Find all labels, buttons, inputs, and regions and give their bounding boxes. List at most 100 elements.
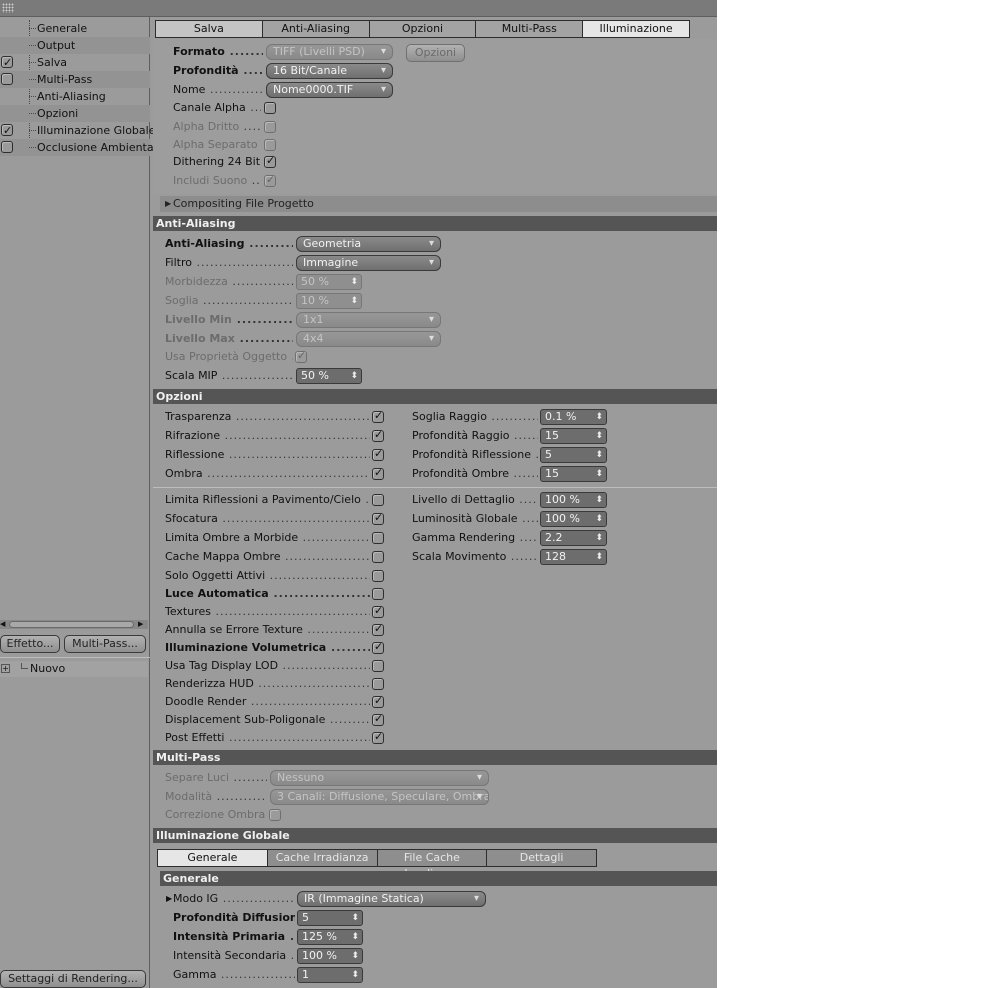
- option-checkbox[interactable]: [372, 660, 384, 672]
- gi-mode-dropdown[interactable]: IR (Immagine Statica): [297, 891, 486, 907]
- option-checkbox[interactable]: [372, 604, 384, 618]
- label-text: Gamma: [173, 968, 217, 981]
- option-checkbox[interactable]: [372, 622, 384, 636]
- gi-gamma-field[interactable]: 1: [297, 967, 363, 983]
- option-checkbox[interactable]: [372, 466, 384, 480]
- label-text: Solo Oggetti Attivi: [165, 569, 266, 582]
- tree-checkbox[interactable]: [1, 141, 13, 153]
- option-checkbox[interactable]: [372, 678, 384, 690]
- option-checkbox[interactable]: [372, 694, 384, 708]
- label-text: Modalità: [165, 790, 213, 803]
- option-checkbox[interactable]: [372, 712, 384, 726]
- label-text: Soglia: [165, 294, 199, 307]
- secondary-intensity-label: Intensità Secondaria ...................…: [173, 949, 295, 962]
- filter-dropdown[interactable]: Immagine: [296, 255, 441, 271]
- option-number-field[interactable]: 128: [540, 549, 607, 565]
- tab-illuminazione-globale[interactable]: Illuminazione Globale: [583, 21, 689, 51]
- grip-icon[interactable]: [2, 3, 14, 13]
- option-label: Profondità Ombre .......................…: [412, 467, 538, 480]
- option-checkbox[interactable]: [372, 409, 384, 423]
- dither-checkbox[interactable]: [264, 154, 276, 168]
- tab-opzioni[interactable]: Opzioni: [370, 21, 477, 37]
- option-number-field[interactable]: 15: [540, 466, 607, 482]
- label-text: Gamma Rendering: [412, 531, 516, 544]
- option-label: Luce Automatica ........................…: [165, 587, 370, 600]
- tree-item-generale[interactable]: Generale: [0, 20, 150, 37]
- tree-checkbox[interactable]: [1, 54, 13, 71]
- leader-dots: ........................................…: [491, 410, 538, 423]
- label-text: Anti-Aliasing: [165, 237, 245, 250]
- tree-item-occlusione-ambientale[interactable]: Occlusione Ambientale: [0, 139, 163, 156]
- tab-anti-aliasing[interactable]: Anti-Aliasing: [263, 21, 370, 37]
- expand-arrow-icon[interactable]: ▶: [166, 894, 172, 903]
- label-text: Profondità Ombre: [412, 467, 510, 480]
- label-text: Formato: [173, 45, 225, 58]
- tab-salva[interactable]: Salva: [156, 21, 263, 37]
- name-dropdown[interactable]: Nome0000.TIF: [266, 82, 393, 98]
- option-checkbox[interactable]: [372, 532, 384, 544]
- option-checkbox[interactable]: [372, 494, 384, 506]
- scrollbar-thumb[interactable]: [9, 621, 134, 628]
- option-label: Doodle Render ..........................…: [165, 695, 370, 708]
- render-settings-button[interactable]: Settaggi di Rendering...: [0, 970, 146, 988]
- sound-checkbox: [264, 173, 276, 187]
- alpha-checkbox[interactable]: [264, 102, 276, 114]
- primary-intensity-field[interactable]: 125 %: [297, 929, 363, 945]
- leader-dots: ........................................…: [522, 512, 538, 525]
- tab-multi-pass[interactable]: Multi-Pass: [476, 21, 584, 37]
- multipass-header: Multi-Pass: [153, 750, 717, 765]
- diffuse-depth-field[interactable]: 5: [297, 910, 363, 926]
- expand-icon[interactable]: +: [1, 664, 10, 673]
- option-checkbox[interactable]: [372, 640, 384, 654]
- option-label: Ombra ..................................…: [165, 467, 370, 480]
- tree-item-salva[interactable]: Salva: [0, 54, 150, 71]
- option-number-field[interactable]: 5: [540, 447, 607, 463]
- label-text: Displacement Sub-Poligonale: [165, 713, 326, 726]
- secondary-intensity-field[interactable]: 100 %: [297, 948, 363, 964]
- scroll-left-icon[interactable]: ◀: [0, 620, 5, 629]
- tree-item-output[interactable]: Output: [0, 37, 150, 54]
- multipass-button[interactable]: Multi-Pass...: [64, 635, 146, 653]
- tree-checkbox[interactable]: [1, 73, 13, 85]
- option-number-field[interactable]: 100 %: [540, 492, 607, 508]
- option-checkbox[interactable]: [372, 570, 384, 582]
- option-label: Rifrazione .............................…: [165, 429, 370, 442]
- depth-dropdown[interactable]: 16 Bit/Canale: [266, 63, 393, 79]
- subtab-file-cache-irradianza[interactable]: File Cache Irradianza: [378, 850, 488, 880]
- aa-dropdown[interactable]: Geometria: [296, 236, 441, 252]
- horizontal-scrollbar[interactable]: ◀ ▶: [0, 620, 148, 629]
- label-text: Ombra: [165, 467, 203, 480]
- tree-item-illuminazione-globale[interactable]: Illuminazione Globale: [0, 122, 155, 139]
- scroll-right-icon[interactable]: ▶: [138, 620, 143, 629]
- tree-item-opzioni[interactable]: Opzioni: [0, 105, 150, 122]
- option-checkbox[interactable]: [372, 551, 384, 563]
- leader-dots: ........................................…: [203, 294, 293, 307]
- preset-item[interactable]: + Nuovo: [0, 661, 148, 677]
- leader-dots: ........................................…: [365, 493, 370, 506]
- options-button[interactable]: Opzioni: [406, 44, 465, 62]
- tree-item-anti-aliasing[interactable]: Anti-Aliasing: [0, 88, 150, 105]
- option-number-field[interactable]: 2.2: [540, 530, 607, 546]
- label-text: Intensità Primaria: [173, 930, 286, 943]
- compositing-collapsible[interactable]: ▶ Compositing File Progetto: [160, 196, 717, 212]
- shadow-correction-checkbox: [269, 809, 281, 821]
- option-number-field[interactable]: 15: [540, 428, 607, 444]
- tree-item-multi-pass[interactable]: Multi-Pass: [0, 71, 150, 88]
- subtab-dettagli[interactable]: Dettagli: [487, 850, 596, 866]
- option-number-field[interactable]: 0.1 %: [540, 409, 607, 425]
- tree-checkbox[interactable]: [1, 122, 13, 139]
- mip-scale-field[interactable]: 50 %: [296, 368, 362, 384]
- option-checkbox[interactable]: [372, 730, 384, 744]
- subtab-generale[interactable]: Generale: [158, 850, 268, 866]
- option-checkbox[interactable]: [372, 428, 384, 442]
- subtab-cache-irradianza[interactable]: Cache Irradianza: [268, 850, 378, 866]
- option-number-field[interactable]: 100 %: [540, 511, 607, 527]
- leader-dots: ........................................…: [235, 410, 370, 423]
- label-text: Alpha Dritto: [173, 120, 240, 133]
- option-checkbox[interactable]: [372, 511, 384, 525]
- effect-button[interactable]: Effetto...: [0, 635, 60, 653]
- sound-label: Includi Suono ..........................…: [173, 174, 261, 187]
- option-checkbox[interactable]: [372, 588, 384, 600]
- option-checkbox[interactable]: [372, 447, 384, 461]
- leader-dots: ........................................…: [228, 731, 370, 744]
